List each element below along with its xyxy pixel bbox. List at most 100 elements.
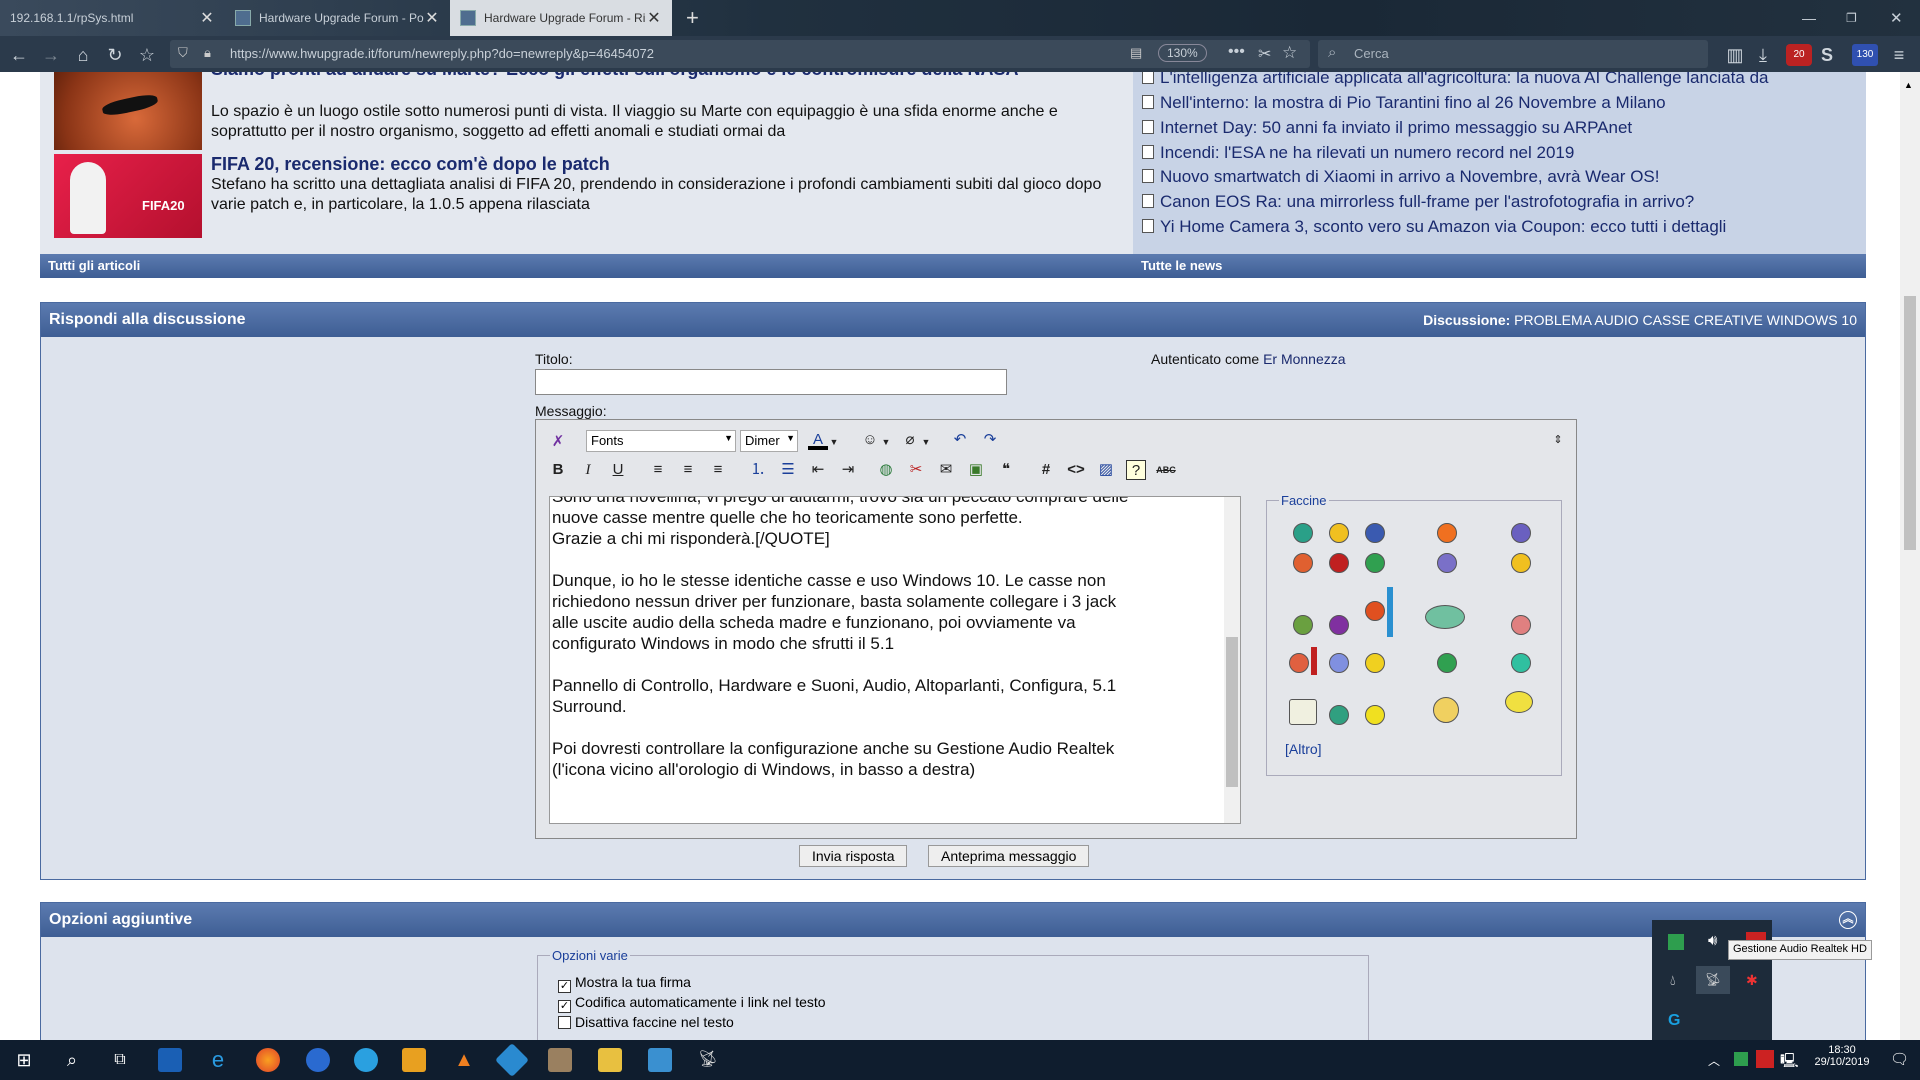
smiley-icon[interactable] [1289, 653, 1309, 673]
download-icon[interactable]: ⤓ [1752, 44, 1774, 66]
help-icon[interactable]: ? [1126, 460, 1146, 480]
screenshot-icon[interactable]: ✂ [1258, 44, 1271, 64]
remove-format-icon[interactable]: ✗ [548, 432, 568, 452]
realtek-app-icon[interactable]: 📡︎ [696, 1048, 720, 1072]
home-icon[interactable]: ⌂ [72, 44, 94, 66]
notifications-icon[interactable]: 🗨︎ [1890, 1050, 1909, 1068]
option-signature[interactable]: ✓ Mostra la tua firma [558, 974, 691, 993]
smiley-icon[interactable] [1311, 647, 1317, 675]
kodi-icon[interactable] [495, 1043, 529, 1077]
insert-link-icon[interactable]: ◍ [876, 460, 896, 480]
smiley-icon[interactable] [1293, 553, 1313, 573]
underline-icon[interactable]: U [608, 460, 628, 480]
smiley-icon[interactable] [1511, 653, 1531, 673]
vlc-icon[interactable]: ▲ [452, 1048, 476, 1072]
task-view-icon[interactable]: ⧉ [108, 1048, 132, 1072]
bookmark-star-icon[interactable]: ☆ [136, 44, 158, 66]
smiley-icon[interactable] [1329, 553, 1349, 573]
font-select[interactable]: Fonts ▼ [586, 430, 736, 452]
article-title[interactable]: Siamo pronti ad andare su Marte? Ecco gl… [211, 72, 1111, 80]
message-textarea[interactable]: Sono una novellina, vi prego di aiutarmi… [549, 496, 1241, 824]
news-item[interactable]: Nell'interno: la mostra di Pio Tarantini… [1142, 93, 1666, 113]
windows-start-icon[interactable]: ⊞ [12, 1048, 36, 1072]
smiley-icon[interactable] [1329, 705, 1349, 725]
tab-router[interactable]: 192.168.1.1/rpSys.html ✕ [0, 0, 225, 36]
close-icon[interactable]: ✕ [199, 8, 215, 28]
smiley-icon[interactable] [1437, 653, 1457, 673]
submit-reply-button[interactable]: Invia risposta [799, 845, 908, 867]
align-right-icon[interactable]: ≡ [708, 460, 728, 480]
bookmark-icon[interactable]: ☆ [1282, 43, 1297, 63]
preview-message-button[interactable]: Anteprima messaggio [928, 845, 1090, 867]
smiley-icon[interactable] [1293, 523, 1313, 543]
page-scrollbar[interactable]: ▲ [1900, 72, 1920, 1040]
insert-image-icon[interactable]: ▣ [966, 460, 986, 480]
smiley-icon[interactable] [1293, 615, 1313, 635]
chevron-down-icon[interactable]: ▼ [876, 432, 896, 452]
resize-editor-icon[interactable]: ⇕ [1548, 430, 1568, 450]
extension-badge[interactable]: 130 [1852, 44, 1878, 66]
html-icon[interactable]: ▨ [1096, 460, 1116, 480]
size-select[interactable]: Dimer ▼ [740, 430, 798, 452]
all-news-link[interactable]: Tutte le news [1133, 254, 1866, 278]
tray-app-icon[interactable] [1668, 934, 1684, 950]
textarea-scrollbar[interactable] [1224, 497, 1240, 823]
smiley-icon[interactable] [1505, 691, 1533, 713]
search-icon[interactable]: ⌕ [60, 1048, 84, 1072]
align-center-icon[interactable]: ≡ [678, 460, 698, 480]
page-actions-icon[interactable]: ••• [1228, 43, 1245, 61]
chevron-down-icon[interactable]: ▼ [824, 432, 844, 452]
news-item[interactable]: Nuovo smartwatch di Xiaomi in arrivo a N… [1142, 167, 1659, 187]
checkbox[interactable] [558, 1016, 571, 1029]
logitech-icon[interactable]: G [1668, 1012, 1680, 1030]
checkbox[interactable]: ✓ [558, 980, 571, 993]
app-icon[interactable]: ✱ [1746, 972, 1758, 989]
smiley-icon[interactable] [1365, 523, 1385, 543]
realtek-audio-icon[interactable]: 📡︎ [1696, 966, 1730, 994]
smilies-more-link[interactable]: [Altro] [1285, 741, 1322, 757]
telegram-icon[interactable] [354, 1048, 378, 1072]
clock[interactable]: 18:30 29/10/2019 [1802, 1044, 1882, 1068]
zoom-level[interactable]: 130% [1158, 44, 1207, 62]
menu-icon[interactable]: ≡ [1888, 44, 1910, 66]
close-icon[interactable]: ✕ [424, 8, 440, 28]
url-text[interactable]: https://www.hwupgrade.it/forum/newreply.… [230, 46, 654, 61]
volume-icon[interactable]: 🔊︎ [1708, 932, 1717, 949]
remove-link-icon[interactable]: ✂ [906, 460, 926, 480]
tray-app-icon[interactable] [1734, 1052, 1748, 1066]
close-window-icon[interactable]: ✕ [1880, 0, 1920, 36]
smiley-icon[interactable] [1365, 553, 1385, 573]
file-explorer-icon[interactable] [598, 1048, 622, 1072]
smiley-icon[interactable] [1437, 523, 1457, 543]
bold-icon[interactable]: B [548, 460, 568, 480]
smiley-icon[interactable] [1511, 523, 1531, 543]
forward-icon[interactable]: → [40, 44, 62, 66]
restore-icon[interactable]: ❐ [1836, 0, 1876, 36]
option-autolink[interactable]: ✓ Codifica automaticamente i link nel tes… [558, 994, 826, 1013]
new-tab-button[interactable]: + [676, 0, 706, 36]
back-icon[interactable]: ← [8, 44, 30, 66]
news-item[interactable]: Canon EOS Ra: una mirrorless full-frame … [1142, 192, 1694, 212]
chevron-up-icon[interactable]: ︿ [1708, 1052, 1720, 1069]
message-text[interactable]: Sono una novellina, vi prego di aiutarmi… [552, 497, 1128, 780]
collapse-icon[interactable]: ︽ [1839, 911, 1857, 929]
reload-icon[interactable]: ↻ [104, 44, 126, 66]
smiley-icon[interactable] [1437, 553, 1457, 573]
search-bar[interactable]: ⌕ Cerca [1318, 40, 1708, 68]
smiley-icon[interactable] [1365, 705, 1385, 725]
dropbox-icon[interactable]: 💧︎ [1670, 972, 1676, 989]
italic-icon[interactable]: I [578, 460, 598, 480]
network-icon[interactable]: 🖳 [1780, 1050, 1799, 1074]
code-icon[interactable]: <> [1066, 460, 1086, 480]
library-icon[interactable]: ▥ [1724, 44, 1746, 66]
firefox-icon[interactable] [256, 1048, 280, 1072]
news-item[interactable]: Incendi: l'ESA ne ha rilevati un numero … [1142, 143, 1574, 163]
outdent-icon[interactable]: ⇤ [808, 460, 828, 480]
app-icon[interactable] [648, 1048, 672, 1072]
auth-user-link[interactable]: Er Monnezza [1263, 351, 1345, 367]
media-player-icon[interactable] [402, 1048, 426, 1072]
news-item[interactable]: L'intelligenza artificiale applicata all… [1142, 72, 1768, 88]
sync-icon[interactable]: S [1816, 44, 1838, 66]
smiley-icon[interactable] [1511, 553, 1531, 573]
hash-icon[interactable]: # [1036, 460, 1056, 480]
